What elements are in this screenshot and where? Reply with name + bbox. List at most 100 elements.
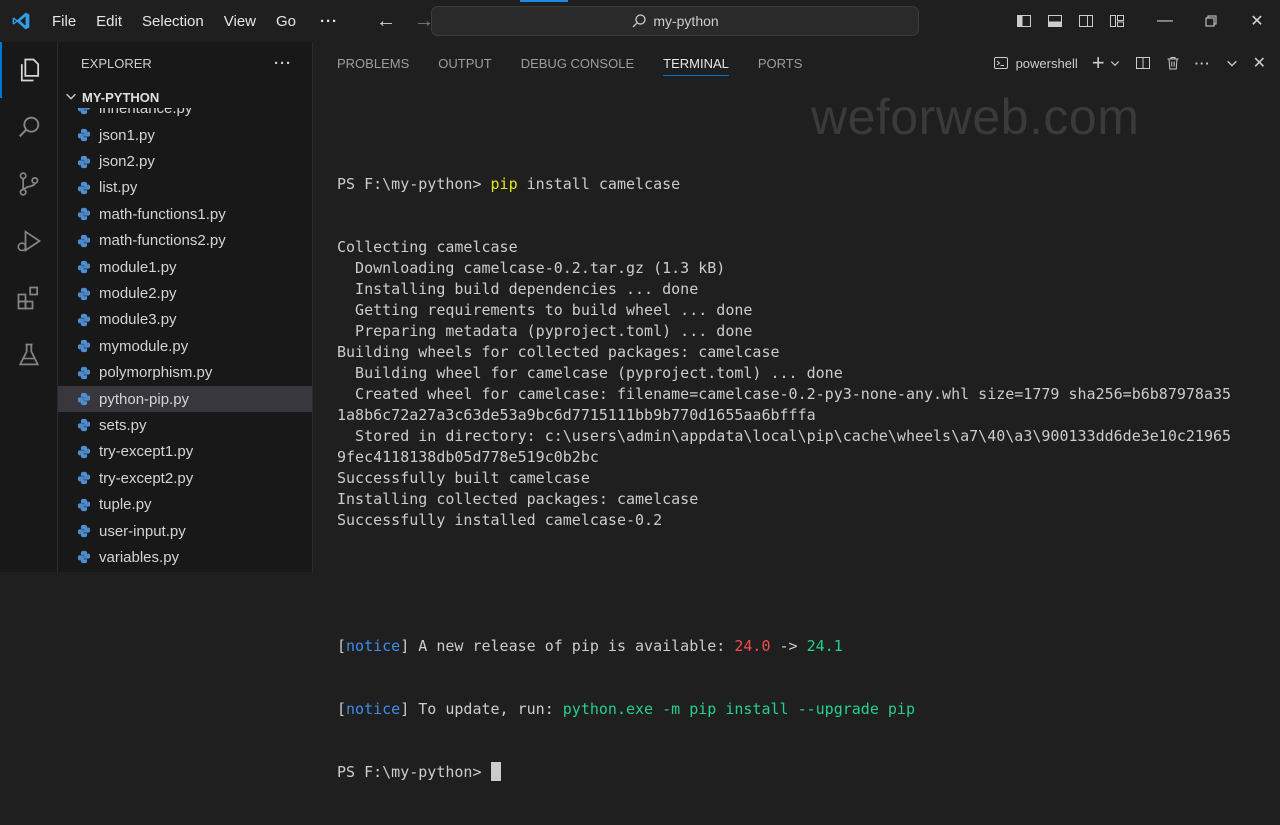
maximize-panel-button[interactable] (1218, 42, 1246, 84)
file-item[interactable]: polymorphism.py (58, 360, 312, 386)
terminal-line: Downloading camelcase-0.2.tar.gz (1.3 kB… (337, 259, 726, 277)
file-item[interactable]: mymodule.py (58, 333, 312, 359)
close-window-icon[interactable]: ✕ (1234, 0, 1280, 42)
file-label: list.py (99, 179, 138, 197)
tab-ports[interactable]: PORTS (758, 42, 803, 84)
menu-edit[interactable]: Edit (86, 13, 132, 30)
python-file-icon (77, 498, 91, 511)
shell-label: powershell (1015, 55, 1078, 71)
search-view-icon[interactable] (0, 99, 57, 155)
explorer-title: EXPLORER (81, 55, 152, 71)
tab-problems[interactable]: PROBLEMS (337, 42, 409, 84)
toggle-primary-sidebar-icon[interactable] (1008, 0, 1039, 42)
menu-go[interactable]: Go (266, 13, 306, 30)
menu-view[interactable]: View (214, 13, 266, 30)
menu-more[interactable]: ··· (306, 13, 348, 30)
file-label: try-except1.py (99, 443, 194, 461)
python-file-icon (77, 129, 91, 142)
file-item[interactable]: tuple.py (58, 491, 312, 517)
close-panel-button[interactable]: ✕ (1246, 42, 1280, 84)
update-text: To update, run: (409, 700, 563, 718)
file-item-partial[interactable]: inheritance.py (58, 108, 312, 121)
terminal-prompt-line: PS F:\my-python> (337, 762, 1267, 783)
file-item[interactable]: module2.py (58, 280, 312, 306)
old-version: 24.0 (734, 637, 771, 655)
kill-terminal-button[interactable] (1158, 42, 1188, 84)
file-label: json2.py (99, 153, 155, 171)
customize-layout-icon[interactable] (1101, 0, 1132, 42)
terminal-icon (993, 57, 1008, 69)
toggle-secondary-sidebar-icon[interactable] (1070, 0, 1101, 42)
testing-flask-icon[interactable] (0, 327, 57, 383)
file-label: module1.py (99, 258, 177, 276)
python-file-icon (77, 524, 91, 538)
python-file-icon (77, 155, 91, 168)
restore-icon[interactable] (1188, 0, 1234, 42)
prompt: PS F:\my-python> (337, 763, 491, 781)
file-item[interactable]: list.py (58, 175, 312, 201)
file-label: module2.py (99, 285, 177, 303)
menu-selection[interactable]: Selection (132, 13, 214, 30)
terminal-lines: Collecting camelcase Downloading camelca… (337, 237, 1267, 531)
python-file-icon (77, 392, 91, 406)
terminal-line: Preparing metadata (pyproject.toml) ... … (337, 322, 753, 340)
file-label: math-functions2.py (99, 232, 226, 250)
explorer-more-actions[interactable]: ··· (274, 55, 292, 72)
file-item[interactable]: json1.py (58, 122, 312, 148)
panel-tabs: PROBLEMS OUTPUT DEBUG CONSOLE TERMINAL PORTS (313, 42, 807, 84)
terminal-line: Stored in directory: c:\users\admin\appd… (337, 427, 1232, 445)
file-label: python-pip.py (99, 390, 190, 408)
file-label: tuple.py (99, 496, 152, 514)
terminal-shell-selector[interactable]: powershell (986, 42, 1085, 84)
file-item[interactable]: variables.py (58, 544, 312, 570)
file-item[interactable]: module3.py (58, 307, 312, 333)
new-terminal-dropdown[interactable] (1107, 42, 1128, 84)
run-debug-icon[interactable] (0, 213, 57, 269)
toggle-panel-icon[interactable] (1039, 0, 1070, 42)
file-label: sets.py (99, 416, 147, 434)
file-item[interactable]: json2.py (58, 148, 312, 174)
terminal-panel: PROBLEMS OUTPUT DEBUG CONSOLE TERMINAL PORTS… (313, 42, 1280, 781)
python-file-icon (77, 551, 91, 564)
extensions-icon[interactable] (0, 270, 57, 326)
source-control-icon[interactable] (0, 156, 57, 212)
more-actions-button[interactable]: ··· (1188, 42, 1218, 84)
command-center-search[interactable]: my-python (431, 6, 919, 36)
file-item[interactable]: user-input.py (58, 518, 312, 544)
terminal-line: 1a8b6c72a27a3c63de53a9bc6d7715111bb9b770… (337, 406, 816, 424)
menu-file[interactable]: File (42, 13, 86, 30)
file-label: variables.py (99, 548, 180, 566)
file-label: module3.py (99, 311, 177, 329)
tab-debug-console[interactable]: DEBUG CONSOLE (521, 42, 634, 84)
file-item[interactable]: try-except1.py (58, 439, 312, 465)
terminal-line: Collecting camelcase (337, 238, 518, 256)
notice-line-2: [notice] To update, run: python.exe -m p… (337, 700, 915, 718)
terminal-line: Successfully installed camelcase-0.2 (337, 511, 663, 529)
file-item[interactable]: math-functions2.py (58, 228, 312, 254)
tab-terminal[interactable]: TERMINAL (663, 42, 729, 84)
terminal-line: Installing collected packages: camelcase (337, 490, 699, 508)
python-file-icon (77, 445, 91, 458)
file-label: math-functions1.py (99, 205, 226, 223)
file-item[interactable]: sets.py (58, 412, 312, 438)
tab-output[interactable]: OUTPUT (438, 42, 491, 84)
minimize-icon[interactable]: — (1142, 0, 1188, 42)
update-command: python.exe -m pip install --upgrade pip (562, 700, 915, 718)
folder-my-python[interactable]: MY-PYTHON (58, 86, 312, 108)
file-item[interactable]: python-pip.py (58, 385, 312, 413)
file-item[interactable]: try-except2.py (58, 465, 312, 491)
terminal-line: Created wheel for camelcase: filename=ca… (337, 385, 1232, 403)
notice-tag: notice (346, 700, 401, 718)
notice-line-1: [notice] A new release of pip is availab… (337, 637, 843, 655)
notice-text: A new release of pip is available: (409, 637, 735, 655)
back-arrow-icon[interactable]: ← (376, 10, 396, 33)
new-terminal-button[interactable]: + (1085, 42, 1107, 84)
file-item[interactable]: module1.py (58, 254, 312, 280)
terminal-output[interactable]: PS F:\my-python> pip install camelcase C… (337, 132, 1267, 825)
file-item[interactable]: math-functions1.py (58, 201, 312, 227)
notice-tag: notice (346, 637, 401, 655)
file-label: mymodule.py (99, 337, 189, 355)
explorer-icon[interactable] (0, 42, 57, 98)
split-terminal-button[interactable] (1128, 42, 1158, 84)
